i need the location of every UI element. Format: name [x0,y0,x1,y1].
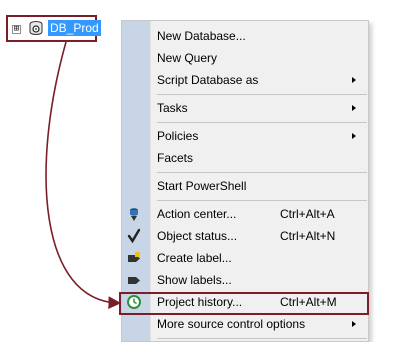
annotation-connector-arrow [45,41,122,310]
